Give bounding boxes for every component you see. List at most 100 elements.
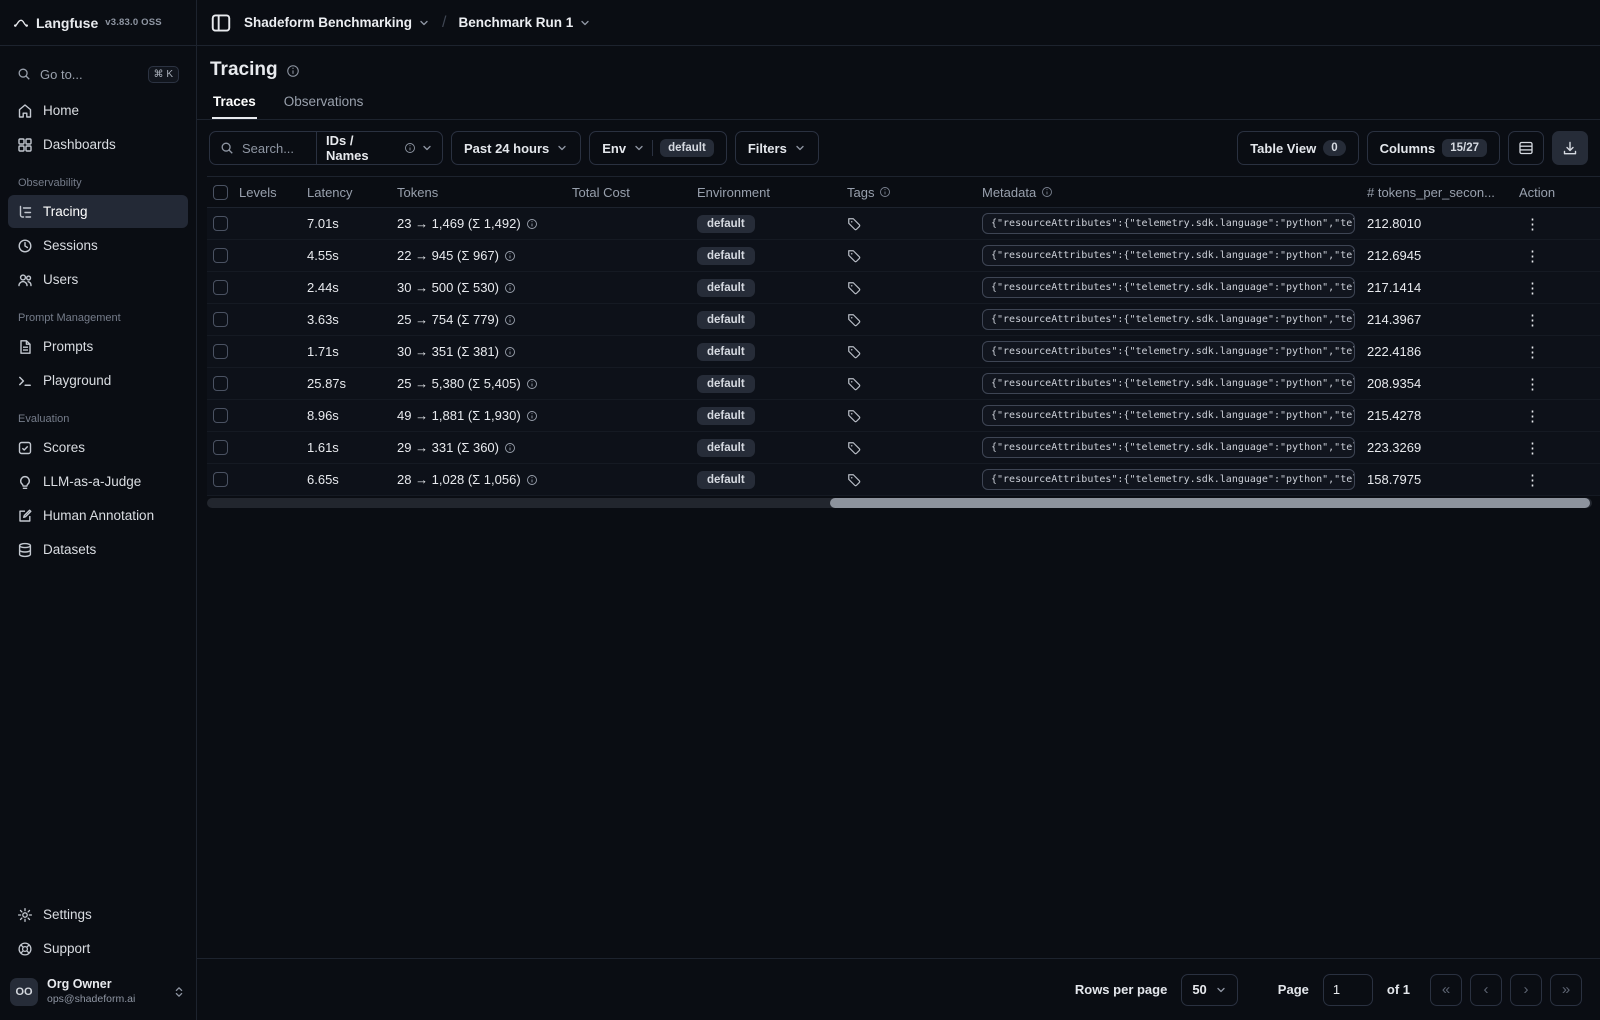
row-checkbox[interactable] <box>212 216 228 231</box>
last-page-button[interactable]: » <box>1550 973 1582 1006</box>
sidebar-item-sessions[interactable]: Sessions <box>8 229 188 262</box>
env-filter-button[interactable]: Env default <box>589 131 727 165</box>
table-row[interactable]: 3.63s 25 → 754 (Σ 779) default {"resourc… <box>207 304 1600 336</box>
info-icon[interactable] <box>504 314 516 326</box>
tag-icon[interactable] <box>847 473 861 487</box>
row-actions-button[interactable]: ⋮ <box>1519 247 1541 265</box>
info-icon[interactable] <box>504 442 516 454</box>
table-row[interactable]: 2.44s 30 → 500 (Σ 530) default {"resourc… <box>207 272 1600 304</box>
page-input[interactable] <box>1322 973 1373 1006</box>
row-actions-button[interactable]: ⋮ <box>1519 375 1541 393</box>
row-actions-button[interactable]: ⋮ <box>1519 471 1541 489</box>
sidebar-item-human-annotation[interactable]: Human Annotation <box>8 499 188 532</box>
tag-icon[interactable] <box>847 409 861 423</box>
metadata-box[interactable]: {"resourceAttributes":{"telemetry.sdk.la… <box>982 437 1355 458</box>
tag-icon[interactable] <box>847 377 861 391</box>
goto-search[interactable]: Go to... ⌘ K <box>8 58 188 90</box>
sidebar-item-datasets[interactable]: Datasets <box>8 533 188 566</box>
column-header-environment[interactable]: Environment <box>691 185 841 200</box>
tag-icon[interactable] <box>847 281 861 295</box>
info-icon[interactable] <box>526 474 538 486</box>
tag-icon[interactable] <box>847 217 861 231</box>
tab-traces[interactable]: Traces <box>212 85 257 119</box>
table-row[interactable]: 1.61s 29 → 331 (Σ 360) default {"resourc… <box>207 432 1600 464</box>
table-row[interactable]: 25.87s 25 → 5,380 (Σ 5,405) default {"re… <box>207 368 1600 400</box>
select-all-checkbox[interactable] <box>212 184 228 200</box>
info-icon[interactable] <box>286 64 300 78</box>
columns-button[interactable]: Columns 15/27 <box>1366 131 1500 165</box>
row-checkbox[interactable] <box>212 248 228 263</box>
table-row[interactable]: 6.65s 28 → 1,028 (Σ 1,056) default {"res… <box>207 464 1600 496</box>
sidebar-item-home[interactable]: Home <box>8 94 188 127</box>
table-view-button[interactable]: Table View 0 <box>1237 131 1359 165</box>
column-header-levels[interactable]: Levels <box>233 185 301 200</box>
row-height-button[interactable] <box>1508 131 1544 165</box>
row-checkbox[interactable] <box>212 344 228 359</box>
table-row[interactable]: 1.71s 30 → 351 (Σ 381) default {"resourc… <box>207 336 1600 368</box>
search-box[interactable]: IDs / Names <box>209 131 443 165</box>
info-icon[interactable] <box>526 410 538 422</box>
table-row[interactable]: 7.01s 23 → 1,469 (Σ 1,492) default {"res… <box>207 208 1600 240</box>
breadcrumb-org[interactable]: Shadeform Benchmarking <box>244 15 430 30</box>
row-checkbox[interactable] <box>212 312 228 327</box>
row-actions-button[interactable]: ⋮ <box>1519 215 1541 233</box>
sidebar-toggle-button[interactable] <box>210 12 232 34</box>
tag-icon[interactable] <box>847 345 861 359</box>
column-header-metadata[interactable]: Metadata <box>976 185 1361 200</box>
sidebar-item-users[interactable]: Users <box>8 263 188 296</box>
column-header-tokens[interactable]: Tokens <box>391 185 566 200</box>
first-page-button[interactable]: « <box>1430 973 1462 1006</box>
info-icon[interactable] <box>504 346 516 358</box>
sidebar-item-llm-judge[interactable]: LLM-as-a-Judge <box>8 465 188 498</box>
row-actions-button[interactable]: ⋮ <box>1519 343 1541 361</box>
row-checkbox[interactable] <box>212 280 228 295</box>
sidebar-item-playground[interactable]: Playground <box>8 364 188 397</box>
metadata-box[interactable]: {"resourceAttributes":{"telemetry.sdk.la… <box>982 405 1355 426</box>
row-checkbox[interactable] <box>212 408 228 423</box>
row-checkbox[interactable] <box>212 472 228 487</box>
info-icon[interactable] <box>1041 186 1053 198</box>
metadata-box[interactable]: {"resourceAttributes":{"telemetry.sdk.la… <box>982 341 1355 362</box>
sidebar-item-support[interactable]: Support <box>8 932 188 965</box>
metadata-box[interactable]: {"resourceAttributes":{"telemetry.sdk.la… <box>982 245 1355 266</box>
row-actions-button[interactable]: ⋮ <box>1519 439 1541 457</box>
info-icon[interactable] <box>504 282 516 294</box>
prev-page-button[interactable]: ‹ <box>1470 973 1502 1006</box>
rows-per-page-select[interactable]: 50 <box>1181 973 1238 1006</box>
filters-button[interactable]: Filters <box>734 131 819 165</box>
metadata-box[interactable]: {"resourceAttributes":{"telemetry.sdk.la… <box>982 213 1355 234</box>
table-row[interactable]: 8.96s 49 → 1,881 (Σ 1,930) default {"res… <box>207 400 1600 432</box>
metadata-box[interactable]: {"resourceAttributes":{"telemetry.sdk.la… <box>982 277 1355 298</box>
column-header-total-cost[interactable]: Total Cost <box>566 185 691 200</box>
sidebar-item-scores[interactable]: Scores <box>8 431 188 464</box>
metadata-box[interactable]: {"resourceAttributes":{"telemetry.sdk.la… <box>982 469 1355 490</box>
row-checkbox[interactable] <box>212 376 228 391</box>
next-page-button[interactable]: › <box>1510 973 1542 1006</box>
sidebar-item-settings[interactable]: Settings <box>8 898 188 931</box>
info-icon[interactable] <box>526 378 538 390</box>
info-icon[interactable] <box>879 186 891 198</box>
sidebar-item-tracing[interactable]: Tracing <box>8 195 188 228</box>
scrollbar-thumb[interactable] <box>830 498 1590 508</box>
sidebar-item-prompts[interactable]: Prompts <box>8 330 188 363</box>
horizontal-scrollbar[interactable] <box>207 498 1592 508</box>
metadata-box[interactable]: {"resourceAttributes":{"telemetry.sdk.la… <box>982 309 1355 330</box>
tag-icon[interactable] <box>847 441 861 455</box>
breadcrumb-project[interactable]: Benchmark Run 1 <box>459 15 592 30</box>
sidebar-item-dashboards[interactable]: Dashboards <box>8 128 188 161</box>
row-actions-button[interactable]: ⋮ <box>1519 407 1541 425</box>
table-row[interactable]: 4.55s 22 → 945 (Σ 967) default {"resourc… <box>207 240 1600 272</box>
search-input[interactable] <box>242 140 308 156</box>
row-actions-button[interactable]: ⋮ <box>1519 311 1541 329</box>
time-range-button[interactable]: Past 24 hours <box>451 131 582 165</box>
column-header-tokens-per-second[interactable]: # tokens_per_secon... <box>1361 185 1513 200</box>
column-header-tags[interactable]: Tags <box>841 185 976 200</box>
column-header-latency[interactable]: Latency <box>301 185 391 200</box>
tag-icon[interactable] <box>847 313 861 327</box>
row-checkbox[interactable] <box>212 440 228 455</box>
metadata-box[interactable]: {"resourceAttributes":{"telemetry.sdk.la… <box>982 373 1355 394</box>
search-mode-select[interactable]: IDs / Names <box>316 132 442 164</box>
info-icon[interactable] <box>504 250 516 262</box>
info-icon[interactable] <box>526 218 538 230</box>
row-actions-button[interactable]: ⋮ <box>1519 279 1541 297</box>
